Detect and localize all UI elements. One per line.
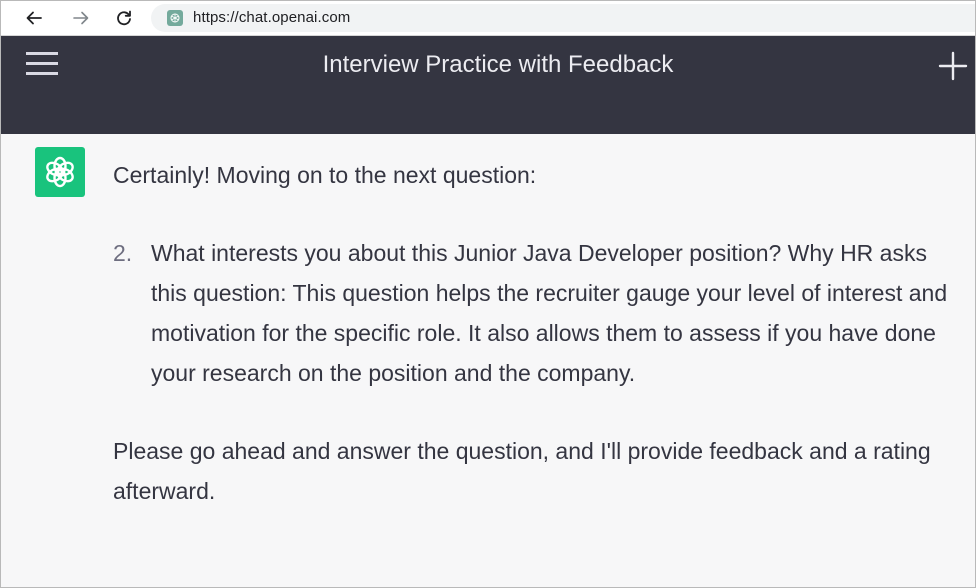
- message-intro: Certainly! Moving on to the next questio…: [113, 162, 537, 188]
- url-text: https://chat.openai.com: [193, 9, 351, 26]
- list-item: 2. What interests you about this Junior …: [113, 233, 963, 393]
- openai-favicon-icon: [167, 10, 183, 26]
- browser-toolbar: https://chat.openai.com: [1, 1, 975, 36]
- message-content: Certainly! Moving on to the next questio…: [113, 155, 963, 511]
- arrow-left-icon: [26, 11, 42, 25]
- question-text: What interests you about this Junior Jav…: [151, 240, 948, 386]
- message-outro: Please go ahead and answer the question,…: [113, 438, 931, 504]
- list-number: 2.: [113, 240, 133, 266]
- reload-icon: [117, 10, 131, 26]
- arrow-right-icon: [73, 11, 89, 25]
- page-title: Interview Practice with Feedback: [322, 51, 674, 78]
- assistant-message: Certainly! Moving on to the next questio…: [1, 134, 975, 587]
- new-chat-button[interactable]: [936, 49, 970, 83]
- openai-logo-icon: [35, 147, 85, 197]
- forward-button[interactable]: [68, 5, 94, 31]
- plus-icon: [938, 51, 968, 81]
- reload-button[interactable]: [111, 5, 137, 31]
- address-bar[interactable]: https://chat.openai.com: [151, 4, 975, 32]
- app-window: https://chat.openai.com Interview Practi…: [0, 0, 976, 588]
- back-button[interactable]: [21, 5, 47, 31]
